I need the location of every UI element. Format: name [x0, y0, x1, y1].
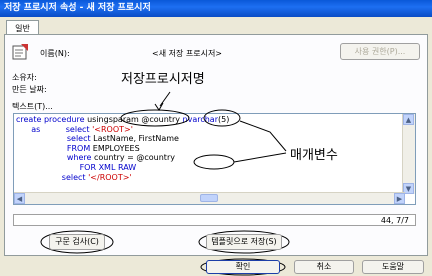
cancel-button[interactable]: 취소 — [294, 260, 354, 274]
annotation-oval-param — [203, 109, 241, 127]
help-button[interactable]: 도움말 — [362, 260, 424, 274]
annotation-oval-procname — [120, 109, 190, 127]
ok-button[interactable]: 확인 — [206, 260, 280, 274]
syntax-check-button[interactable]: 구문 검사(C) — [49, 234, 105, 250]
connector-line — [239, 120, 287, 152]
annotation-oval-param-2 — [193, 154, 235, 170]
connector-line-2 — [233, 152, 287, 163]
arrow-line — [159, 91, 171, 107]
save-as-template-button[interactable]: 템플릿으로 저장(S) — [206, 234, 282, 250]
